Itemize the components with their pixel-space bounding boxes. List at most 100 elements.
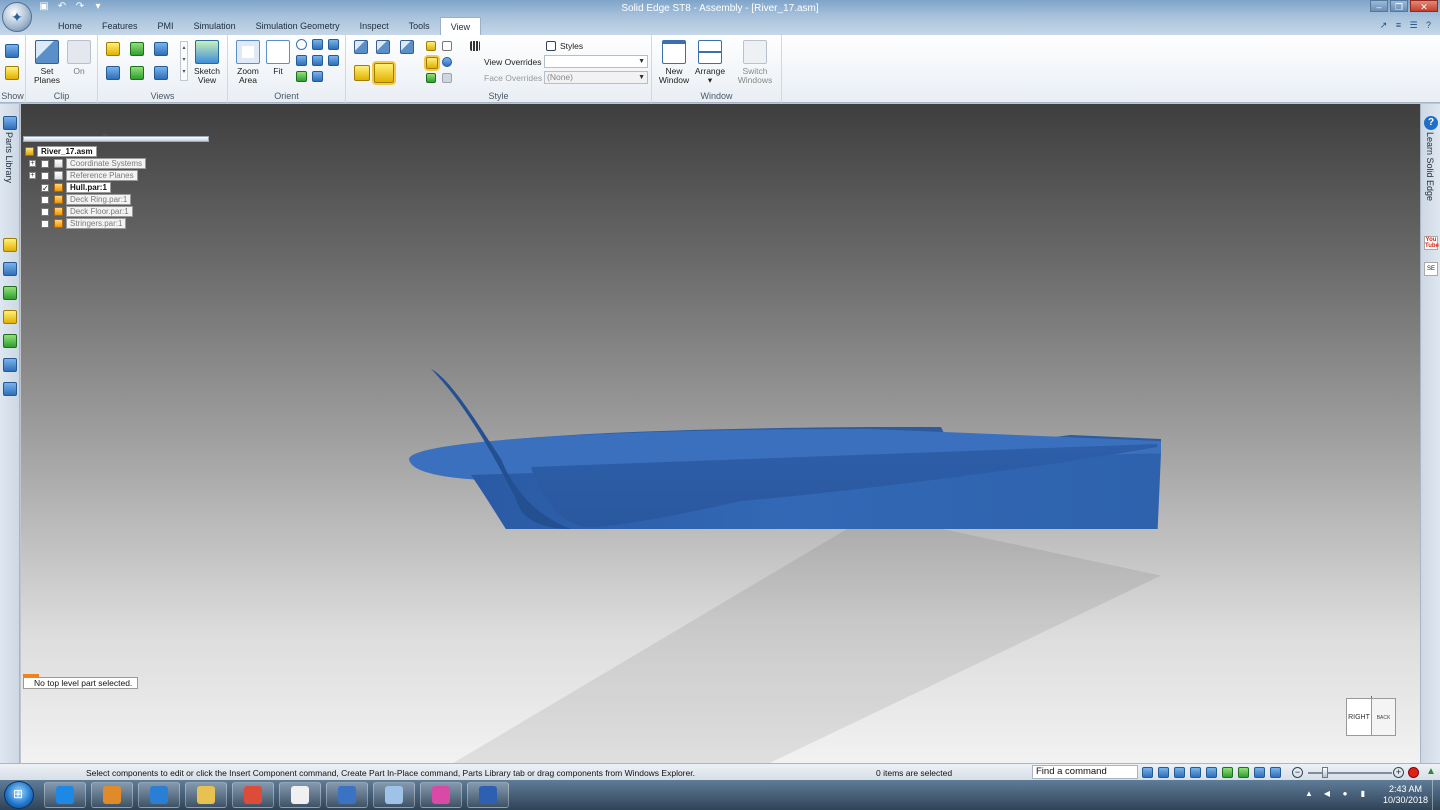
view-cube-right-face[interactable]: RIGHT bbox=[1346, 698, 1372, 736]
visibility-checkbox[interactable] bbox=[41, 207, 49, 216]
face-overrides-dropdown[interactable]: (None) ▼ bbox=[544, 71, 648, 84]
view-4-icon[interactable] bbox=[106, 66, 120, 80]
tab-view[interactable]: View bbox=[439, 17, 482, 35]
fit-button[interactable]: Fit bbox=[266, 40, 290, 76]
view-2-icon[interactable] bbox=[130, 42, 144, 56]
sb-sketch-view-icon[interactable] bbox=[1238, 767, 1249, 778]
set-planes-button[interactable]: Set Planes bbox=[32, 40, 62, 85]
sb-zoom-area-icon[interactable] bbox=[1142, 767, 1153, 778]
shadows-icon[interactable] bbox=[426, 41, 436, 51]
taskbar-app-runner[interactable] bbox=[279, 782, 321, 808]
style-shaded-active-icon[interactable] bbox=[374, 63, 394, 83]
tab-simulation[interactable]: Simulation bbox=[184, 17, 246, 35]
solid-edge-community-icon[interactable]: SE bbox=[1424, 262, 1438, 276]
taskbar-app-itunes[interactable] bbox=[420, 782, 462, 808]
network-icon[interactable]: ▮ bbox=[1358, 789, 1368, 799]
zoom-slider[interactable] bbox=[1308, 772, 1392, 774]
zoom-area-button[interactable]: Zoom Area bbox=[232, 40, 264, 85]
tab-pmi[interactable]: PMI bbox=[148, 17, 184, 35]
settings-tab-icon[interactable] bbox=[3, 382, 17, 396]
tree-node[interactable]: Deck Ring.par:1 bbox=[29, 194, 132, 205]
floor-icon[interactable] bbox=[442, 41, 452, 51]
parts-library-tab-icon[interactable] bbox=[3, 116, 17, 130]
tree-node[interactable]: Stringers.par:1 bbox=[29, 218, 127, 229]
visibility-checkbox[interactable]: ✓ bbox=[41, 183, 49, 192]
sb-rotate-icon[interactable] bbox=[1206, 767, 1217, 778]
sphere-icon[interactable] bbox=[442, 57, 452, 67]
parts-library-tab[interactable]: Parts Library bbox=[4, 132, 14, 183]
tray-expand-icon[interactable]: ▲ bbox=[1304, 789, 1314, 799]
textures-icon[interactable] bbox=[426, 73, 436, 83]
show-parts-icon[interactable] bbox=[5, 66, 19, 80]
sb-common-views-icon[interactable] bbox=[1222, 767, 1233, 778]
show-hide-icon[interactable] bbox=[5, 44, 19, 58]
taskbar-app-solid-edge[interactable] bbox=[373, 782, 415, 808]
tab-features[interactable]: Features bbox=[92, 17, 148, 35]
taskbar-app-security[interactable] bbox=[326, 782, 368, 808]
style-visible-edges-icon[interactable] bbox=[354, 65, 370, 81]
sb-pan-icon[interactable] bbox=[1190, 767, 1201, 778]
tab-simulation-geometry[interactable]: Simulation Geometry bbox=[246, 17, 350, 35]
common-views-icon[interactable] bbox=[296, 71, 307, 82]
visibility-checkbox[interactable] bbox=[41, 171, 49, 180]
pathfinder-tab-icon[interactable] bbox=[3, 238, 17, 252]
learn-solid-edge-tab[interactable]: Learn Solid Edge bbox=[1425, 132, 1435, 201]
tab-inspect[interactable]: Inspect bbox=[350, 17, 399, 35]
view-1-icon[interactable] bbox=[106, 42, 120, 56]
zoom-in-icon[interactable]: + bbox=[1393, 767, 1404, 778]
tree-root[interactable]: River_17.asm bbox=[25, 146, 97, 157]
family-tab-icon[interactable] bbox=[3, 358, 17, 372]
views-gallery-scroll[interactable]: ▴ ▾ ▾ bbox=[180, 41, 188, 81]
named-views-icon[interactable] bbox=[312, 71, 323, 82]
tree-node[interactable]: ✓ Hull.par:1 bbox=[29, 182, 111, 193]
sb-previous-view-icon[interactable] bbox=[1254, 767, 1265, 778]
sensors-tab-icon[interactable] bbox=[3, 286, 17, 300]
options-icon[interactable]: ≡ bbox=[1393, 20, 1404, 31]
view-cube-back-face[interactable]: BACK bbox=[1372, 698, 1396, 736]
tree-node[interactable]: Deck Floor.par:1 bbox=[29, 206, 133, 217]
reflections-icon[interactable] bbox=[426, 57, 438, 69]
help-circle-icon[interactable]: ? bbox=[1424, 116, 1438, 130]
view-3-icon[interactable] bbox=[154, 42, 168, 56]
view-cube[interactable]: RIGHT BACK bbox=[1346, 696, 1398, 738]
gloss-icon[interactable] bbox=[442, 73, 452, 83]
switch-windows-button[interactable]: Switch Windows bbox=[732, 40, 778, 85]
arrange-button[interactable]: Arrange ▾ bbox=[692, 40, 728, 85]
taskbar-app-virtualbox[interactable] bbox=[467, 782, 509, 808]
tree-node[interactable]: + Coordinate Systems bbox=[29, 158, 147, 169]
show-desktop-button[interactable] bbox=[1432, 780, 1440, 810]
taskbar-app-paint[interactable] bbox=[138, 782, 180, 808]
expand-up-icon[interactable]: ▲ bbox=[1426, 767, 1437, 778]
view-5-icon[interactable] bbox=[130, 66, 144, 80]
help-icon[interactable]: ? bbox=[1423, 20, 1434, 31]
restore-button[interactable]: ❐ bbox=[1390, 0, 1408, 12]
boat-hull-model[interactable] bbox=[401, 329, 1161, 529]
styles-label[interactable]: Styles bbox=[560, 41, 583, 51]
volume-icon[interactable]: ◀ bbox=[1322, 789, 1332, 799]
record-icon[interactable] bbox=[1408, 767, 1419, 778]
expand-icon[interactable]: + bbox=[29, 160, 36, 167]
minimize-button[interactable]: – bbox=[1370, 0, 1388, 12]
taskbar-app-chrome[interactable] bbox=[232, 782, 274, 808]
zoom-out-icon[interactable]: − bbox=[1292, 767, 1303, 778]
taskbar-app-file-explorer[interactable] bbox=[185, 782, 227, 808]
rotate-icon[interactable] bbox=[328, 39, 339, 50]
style-shaded-icon[interactable] bbox=[354, 40, 368, 54]
layout-icon[interactable]: ☰ bbox=[1408, 20, 1419, 31]
zoom-slider-thumb[interactable] bbox=[1321, 767, 1328, 778]
sb-fit-icon[interactable] bbox=[1174, 767, 1185, 778]
visibility-checkbox[interactable] bbox=[41, 159, 49, 168]
feature-library-tab-icon[interactable] bbox=[3, 310, 17, 324]
new-window-button[interactable]: New Window bbox=[656, 40, 692, 85]
view-6-icon[interactable] bbox=[154, 66, 168, 80]
spin-icon[interactable] bbox=[312, 55, 323, 66]
style-wireframe-icon[interactable] bbox=[400, 40, 414, 54]
tab-tools[interactable]: Tools bbox=[399, 17, 440, 35]
find-command-input[interactable]: Find a command bbox=[1032, 765, 1138, 779]
visibility-checkbox[interactable] bbox=[41, 195, 49, 204]
styles-icon[interactable] bbox=[546, 41, 556, 51]
sb-zoom-icon[interactable] bbox=[1158, 767, 1169, 778]
sketch-view-button[interactable]: Sketch View bbox=[190, 40, 224, 85]
user-icon[interactable]: ● bbox=[1340, 789, 1350, 799]
tab-home[interactable]: Home bbox=[48, 17, 92, 35]
